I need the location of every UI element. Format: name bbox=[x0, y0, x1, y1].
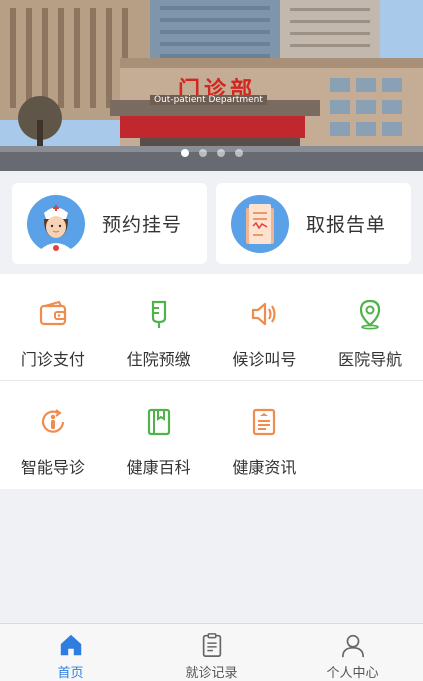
service-row: 智能导诊 健康百科 健康资讯 bbox=[0, 382, 423, 488]
tab-profile[interactable]: 个人中心 bbox=[282, 624, 423, 681]
home-icon bbox=[60, 634, 81, 656]
service-label: 智能导诊 bbox=[20, 458, 85, 477]
service-row: 门诊支付 住院预缴 候诊叫号 医院导航 bbox=[0, 274, 423, 381]
service-queue-call[interactable]: 候诊叫号 bbox=[212, 274, 318, 380]
hero-banner[interactable]: 门诊部 Out-patient Department bbox=[0, 0, 423, 171]
tab-visit-records[interactable]: 就诊记录 bbox=[141, 624, 282, 681]
appointment-label: 预约挂号 bbox=[102, 214, 183, 236]
primary-cards: 预约挂号 取报告单 bbox=[0, 171, 423, 274]
service-inpatient-prepay[interactable]: 住院预缴 bbox=[106, 274, 212, 380]
service-label: 健康百科 bbox=[126, 458, 191, 477]
carousel-dot[interactable] bbox=[198, 149, 207, 157]
carousel-indicator[interactable] bbox=[0, 149, 423, 157]
book-icon bbox=[147, 408, 170, 436]
tab-label: 就诊记录 bbox=[185, 666, 238, 681]
banner-sign-sub: Out-patient Department bbox=[150, 95, 267, 105]
news-icon bbox=[253, 408, 276, 436]
carousel-dot[interactable] bbox=[180, 149, 189, 157]
location-pin-icon bbox=[360, 299, 381, 330]
service-smart-guide[interactable]: 智能导诊 bbox=[0, 382, 106, 488]
speaker-icon bbox=[252, 302, 276, 326]
service-label: 健康资讯 bbox=[232, 458, 297, 477]
report-label: 取报告单 bbox=[306, 214, 387, 236]
service-label: 候诊叫号 bbox=[232, 350, 297, 369]
nurse-avatar-icon bbox=[26, 194, 86, 254]
tab-label: 首页 bbox=[57, 666, 84, 681]
carousel-dot[interactable] bbox=[234, 149, 243, 157]
service-health-news[interactable]: 健康资讯 bbox=[212, 382, 318, 488]
clipboard-icon bbox=[202, 633, 221, 657]
wallet-icon bbox=[39, 300, 66, 326]
service-grid: 门诊支付 住院预缴 候诊叫号 医院导航 智能导诊 健康百科 健康资讯 bbox=[0, 274, 423, 489]
tab-home[interactable]: 首页 bbox=[0, 624, 141, 681]
user-icon bbox=[341, 634, 364, 658]
iv-drip-icon bbox=[151, 300, 166, 328]
service-health-encyclopedia[interactable]: 健康百科 bbox=[106, 382, 212, 488]
service-label: 门诊支付 bbox=[20, 350, 85, 369]
service-hospital-navigation[interactable]: 医院导航 bbox=[317, 274, 423, 380]
service-label: 住院预缴 bbox=[126, 350, 191, 369]
carousel-dot[interactable] bbox=[216, 149, 225, 157]
bottom-tab-bar: 首页 就诊记录 个人中心 bbox=[0, 623, 423, 681]
report-document-icon bbox=[230, 194, 290, 254]
tab-label: 个人中心 bbox=[326, 666, 379, 681]
appointment-card[interactable]: 预约挂号 bbox=[12, 183, 207, 264]
smart-guide-icon bbox=[41, 409, 64, 433]
service-outpatient-payment[interactable]: 门诊支付 bbox=[0, 274, 106, 380]
report-card[interactable]: 取报告单 bbox=[216, 183, 411, 264]
service-label: 医院导航 bbox=[338, 350, 403, 369]
